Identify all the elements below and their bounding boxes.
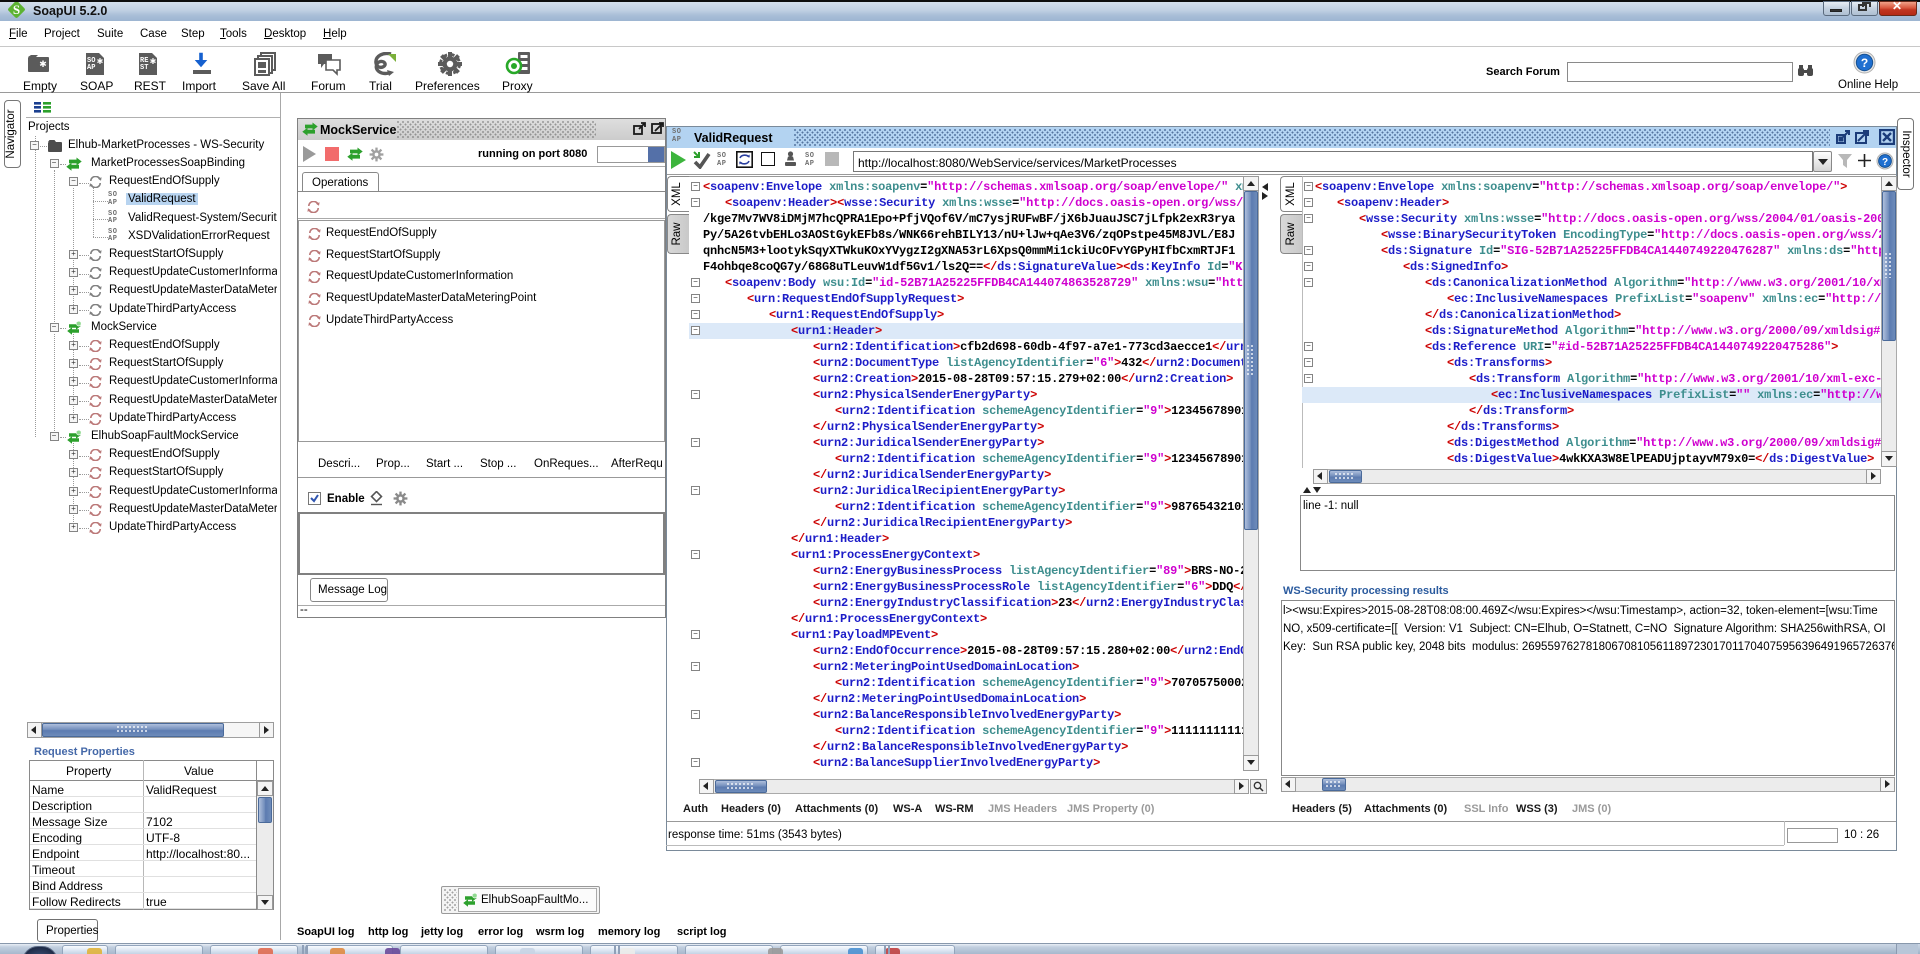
svg-text:?: ? <box>1861 56 1868 70</box>
svg-text:✱: ✱ <box>150 57 157 66</box>
svg-text:S: S <box>13 2 20 17</box>
svg-text:✱: ✱ <box>97 57 104 66</box>
svg-text:ST: ST <box>140 64 148 72</box>
svg-text:AP: AP <box>87 64 95 72</box>
svg-text:✱: ✱ <box>39 59 47 69</box>
svg-text:?: ? <box>1882 157 1888 168</box>
